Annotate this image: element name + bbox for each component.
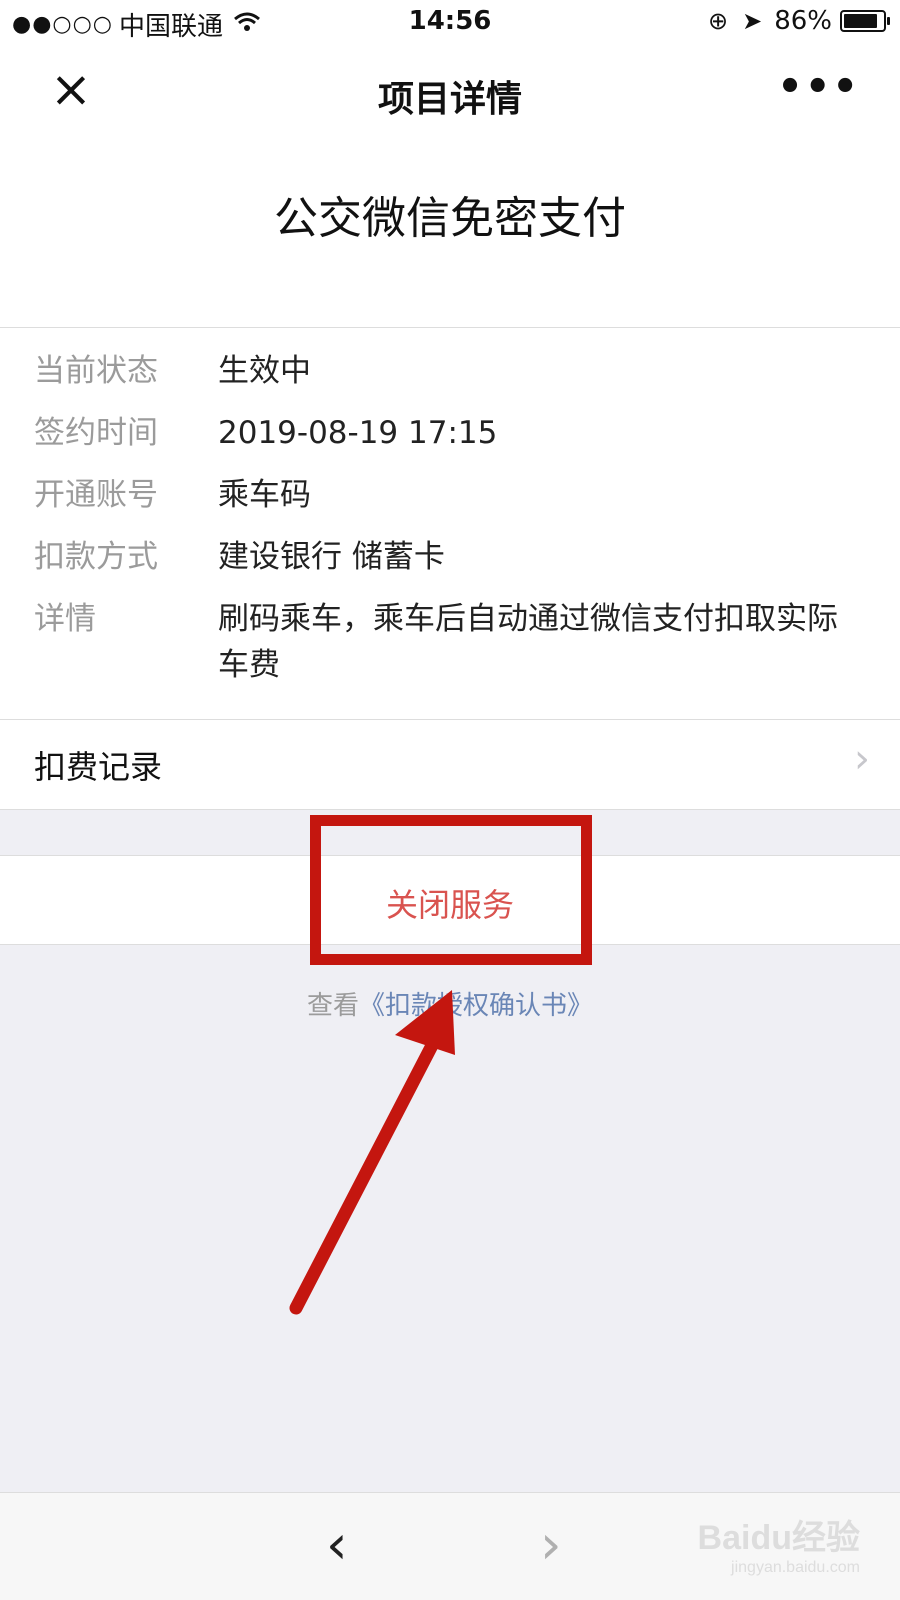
watermark-logo: Baidu经验 jingyan.baidu.com <box>698 1510 860 1577</box>
back-chevron-icon[interactable]: ‹ <box>326 1513 348 1576</box>
annotation-arrow <box>289 990 455 1315</box>
forward-chevron-icon[interactable]: › <box>540 1513 562 1576</box>
watermark-main: Baidu经验 <box>697 1519 860 1557</box>
annotation-arrow-shaft <box>289 1023 447 1315</box>
watermark-sub: jingyan.baidu.com <box>731 1559 860 1576</box>
